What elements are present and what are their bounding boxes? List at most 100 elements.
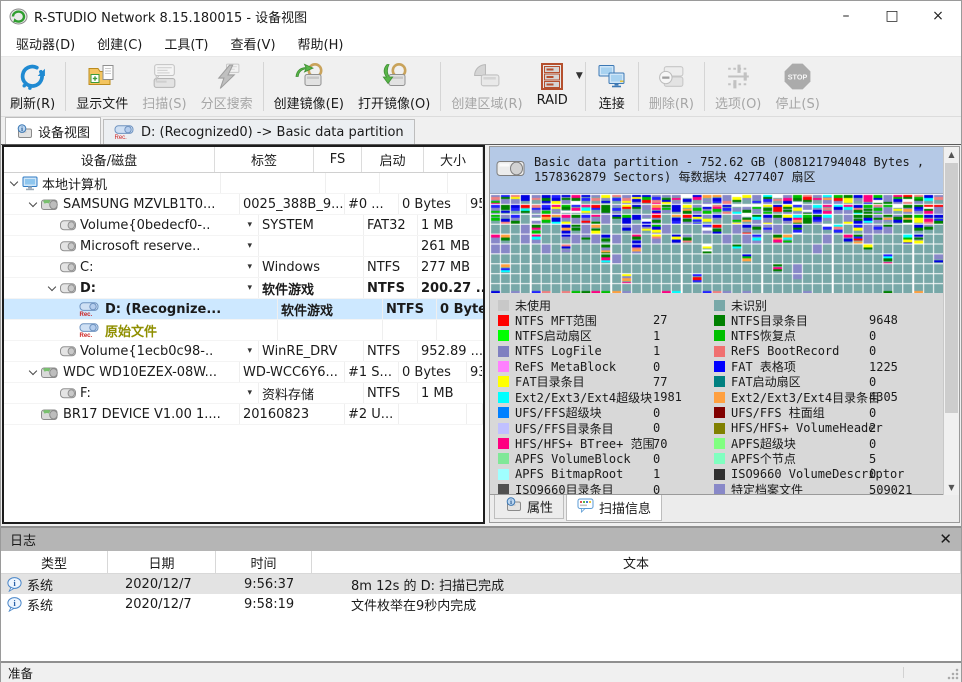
toolbar-refresh-button[interactable]: 刷新(R) xyxy=(3,58,62,115)
scan-tab-0[interactable]: i属性 xyxy=(494,495,564,519)
label-cell: WinRE_DRV xyxy=(259,341,364,361)
toolbar-connect-button[interactable]: 连接 xyxy=(589,58,635,115)
log-date-cell: 2020/12/7 xyxy=(119,597,238,612)
toolbar-label: 连接 xyxy=(599,93,625,112)
label-cell xyxy=(221,173,326,193)
expander-chevron-icon[interactable] xyxy=(45,281,59,295)
tree-column-header-2[interactable]: FS xyxy=(314,147,362,172)
device-name: SAMSUNG MZVLB1T0... xyxy=(63,197,215,212)
toolbar-open-image-button[interactable]: 打开镜像(O) xyxy=(351,58,437,115)
svg-text:i: i xyxy=(21,126,23,133)
legend-swatch xyxy=(498,300,509,311)
tree-column-header-1[interactable]: 标签 xyxy=(215,147,314,172)
log-panel: 日志 ✕ 类型日期时间文本 i系统2020/12/79:56:378m 12s … xyxy=(1,526,961,661)
log-text-cell: 文件枚举在9秒内完成 xyxy=(345,595,961,614)
legend-column-left: 未使用NTFS MFT范围27NTFS启动扇区1NTFS LogFile1ReF… xyxy=(498,297,714,494)
scan-icon xyxy=(149,60,180,92)
log-row-1[interactable]: i系统2020/12/79:58:19文件枚举在9秒内完成 xyxy=(1,594,961,614)
mount-dropdown-icon[interactable]: ▾ xyxy=(247,346,255,356)
legend-label: NTFS恢复点 xyxy=(731,327,869,344)
tree-row-2[interactable]: Volume{0bedecf0-..▾SYSTEMFAT321 MB260 MB xyxy=(4,215,483,236)
log-column-header-3[interactable]: 文本 xyxy=(312,551,961,573)
legend-item: NTFS MFT范围27 xyxy=(498,313,714,328)
maximize-button[interactable]: □ xyxy=(869,1,915,31)
resize-grip[interactable] xyxy=(947,668,959,680)
menu-item-0[interactable]: 驱动器(D) xyxy=(5,31,86,56)
tree-row-7[interactable]: Rec.原始文件 xyxy=(4,320,483,341)
device-name: D: (Recognize... xyxy=(105,302,221,317)
legend-count: 5 xyxy=(869,452,876,466)
legend-item: APFS个节点5 xyxy=(714,451,943,466)
legend-label: HFS/HFS+ VolumeHeader xyxy=(731,421,869,435)
tree-row-3[interactable]: Microsoft reserve..▾261 MB16 MB xyxy=(4,236,483,257)
legend-swatch xyxy=(714,330,725,341)
view-tab-1[interactable]: Rec.D: (Recognized0) -> Basic data parti… xyxy=(103,119,415,144)
chevron-down-icon[interactable]: ▼ xyxy=(576,71,583,81)
scan-tab-1[interactable]: 扫描信息 xyxy=(566,495,662,521)
tree-row-10[interactable]: F:▾资料存储NTFS1 MB931.51 ... xyxy=(4,383,483,404)
tree-row-5[interactable]: D:▾软件游戏NTFS200.27 ...752.62 ... xyxy=(4,278,483,299)
tree-column-header-4[interactable]: 大小 xyxy=(424,147,483,172)
scrollbar-down-icon[interactable]: ▼ xyxy=(944,480,959,495)
fs-cell: NTFS xyxy=(364,278,418,298)
log-column-header-1[interactable]: 日期 xyxy=(108,551,216,573)
expander-chevron-icon[interactable] xyxy=(26,197,40,211)
fs-cell: FAT32 xyxy=(364,215,418,235)
mount-dropdown-icon[interactable]: ▾ xyxy=(247,283,255,293)
device-cell: WDC WD10EZEX-08W... xyxy=(4,362,240,382)
tabinfo-icon: i xyxy=(16,124,33,139)
legend-swatch xyxy=(498,438,509,449)
expander-chevron-icon[interactable] xyxy=(26,365,40,379)
expander-chevron-icon[interactable] xyxy=(7,176,21,190)
label-cell: SYSTEM xyxy=(259,215,364,235)
tree-row-11[interactable]: BR17 DEVICE V1.00 1....20160823#2 U... xyxy=(4,404,483,425)
menu-item-2[interactable]: 工具(T) xyxy=(153,31,219,56)
tree-row-8[interactable]: Volume{1ecb0c98-..▾WinRE_DRVNTFS952.89 .… xyxy=(4,341,483,362)
tree-row-9[interactable]: WDC WD10EZEX-08W...WD-WCC6Y6...#1 S...0 … xyxy=(4,362,483,383)
menu-item-1[interactable]: 创建(C) xyxy=(86,31,153,56)
toolbar-separator xyxy=(263,62,264,111)
mount-dropdown-icon[interactable]: ▾ xyxy=(247,241,255,251)
legend-item: FAT目录条目77 xyxy=(498,374,714,389)
toolbar-raid-button[interactable]: RAID▼ xyxy=(530,58,582,115)
log-column-header-0[interactable]: 类型 xyxy=(1,551,108,573)
volume-icon xyxy=(60,241,76,252)
close-button[interactable]: × xyxy=(915,1,961,31)
toolbar-create-image-button[interactable]: 创建镜像(E) xyxy=(267,58,351,115)
mount-dropdown-icon[interactable]: ▾ xyxy=(247,220,255,230)
log-row-0[interactable]: i系统2020/12/79:56:378m 12s 的 D: 扫描已完成 xyxy=(1,574,961,594)
scan-scrollbar[interactable]: ▲ ▼ xyxy=(943,147,959,495)
view-tab-0[interactable]: i设备视图 xyxy=(5,117,101,144)
scan-map-canvas[interactable] xyxy=(490,194,943,293)
title-bar: R-STUDIO Network 8.15.180015 - 设备视图 –□× xyxy=(1,1,961,31)
menu-item-3[interactable]: 查看(V) xyxy=(219,31,286,56)
tree-column-header-0[interactable]: ˆ设备/磁盘 xyxy=(4,147,215,172)
tree-column-header-3[interactable]: 启动 xyxy=(362,147,424,172)
disk-icon xyxy=(41,198,59,211)
toolbar-show-files-button[interactable]: 显示文件 xyxy=(69,58,135,115)
mount-dropdown-icon[interactable]: ▾ xyxy=(247,388,255,398)
menu-item-4[interactable]: 帮助(H) xyxy=(287,31,355,56)
tree-row-6[interactable]: Rec.D: (Recognize...软件游戏NTFS0 Bytes752.6… xyxy=(4,299,483,320)
legend-item: ISO9660 VolumeDescriptor0 xyxy=(714,467,943,482)
svg-text:Rec.: Rec. xyxy=(115,135,128,140)
boot-cell xyxy=(380,173,448,193)
tree-row-4[interactable]: C:▾WindowsNTFS277 MB200.00 ... xyxy=(4,257,483,278)
fs-cell xyxy=(364,236,418,256)
legend-swatch xyxy=(498,423,509,434)
size-cell: 931.51 ... xyxy=(467,362,483,382)
scrollbar-thumb[interactable] xyxy=(945,163,958,413)
tree-row-1[interactable]: SAMSUNG MZVLB1T0...0025_388B_9...#0 ...0… xyxy=(4,194,483,215)
rec-icon: Rec. xyxy=(79,302,101,317)
legend-label: APFS VolumeBlock xyxy=(515,452,653,466)
log-column-header-2[interactable]: 时间 xyxy=(216,551,312,573)
mount-dropdown-icon[interactable]: ▾ xyxy=(247,262,255,272)
scrollbar-up-icon[interactable]: ▲ xyxy=(944,147,959,162)
minimize-button[interactable]: – xyxy=(823,1,869,31)
tree-row-0[interactable]: 本地计算机 xyxy=(4,173,483,194)
legend-item: NTFS目录条目9648 xyxy=(714,313,943,328)
legend-swatch xyxy=(498,376,509,387)
log-close-icon[interactable]: ✕ xyxy=(939,532,952,547)
rec-icon: Rec. xyxy=(114,125,136,140)
toolbar-options-button: 选项(O) xyxy=(708,58,768,115)
